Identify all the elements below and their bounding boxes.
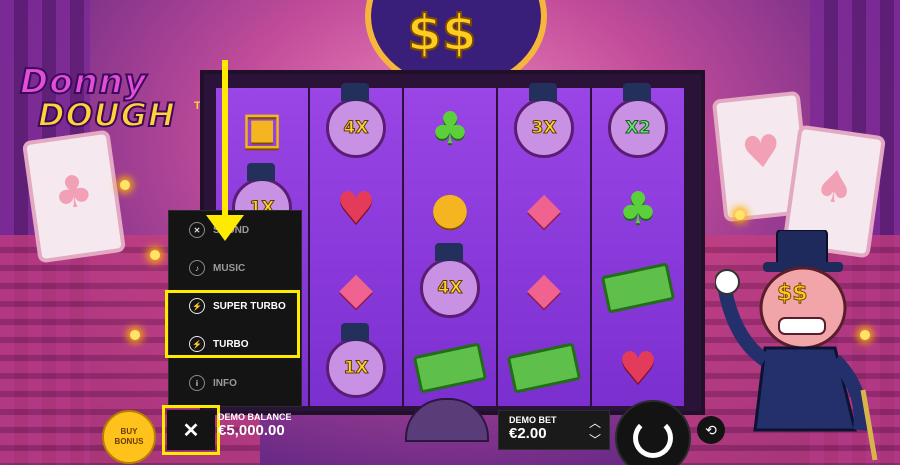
club-icon: ♣ — [618, 182, 658, 234]
info-icon: i — [189, 375, 205, 391]
light-bulb — [735, 210, 745, 220]
bet-stepper: ︿ ﹀ — [580, 414, 610, 448]
balance-label: DEMO BALANCE — [218, 412, 292, 422]
svg-text:$$: $$ — [777, 281, 808, 306]
top-hat-icon — [247, 163, 275, 181]
turbo-options-highlight — [165, 290, 300, 358]
light-bulb — [120, 180, 130, 190]
sound-off-icon: ✕ — [189, 222, 205, 238]
reel-symbol: ◆ — [310, 248, 402, 328]
bet-decrease-icon[interactable]: ﹀ — [589, 431, 601, 448]
tutorial-arrow-head — [206, 215, 244, 241]
game-scene: ♣ ♥ ♠ $$ Donny DOUGH TM ▣1X◆1X4X♥◆1X♣●4X… — [0, 0, 900, 465]
light-bulb — [150, 250, 160, 260]
buy-bonus-label-1: BUY — [120, 427, 138, 436]
heart-icon: ♥ — [336, 182, 376, 234]
buy-bonus-label-2: BONUS — [114, 437, 144, 446]
top-hat-icon — [341, 323, 369, 341]
reel-4: 3X ◆ ◆ — [498, 83, 590, 408]
multiplier-head-icon: X2 — [608, 83, 668, 158]
buy-bonus-button[interactable]: BUY BONUS — [102, 410, 156, 464]
spin-icon — [633, 418, 673, 458]
reel-symbol — [592, 248, 684, 328]
multiplier-head-icon: 3X — [514, 83, 574, 158]
reel-5: X2 ♣ ♥ — [592, 83, 684, 408]
reel-symbol: ▣ — [216, 88, 308, 168]
autoplay-button[interactable]: ⟲ — [697, 416, 725, 444]
coins-icon: ● — [430, 182, 470, 234]
reel-symbol: X2 — [592, 83, 684, 168]
reel-2: 4X ♥ ◆ 1X — [310, 83, 402, 408]
cash-stack-icon — [506, 342, 582, 394]
heart-icon: ♥ — [618, 342, 658, 394]
reel-symbol: ♥ — [592, 328, 684, 408]
reel-3: ♣ ● 4X — [404, 88, 496, 406]
menu-item-label: INFO — [213, 377, 237, 389]
reel-symbol: 4X — [404, 243, 496, 328]
top-hat-icon — [435, 243, 463, 261]
reel-symbol — [498, 328, 590, 408]
reel-symbol: 3X — [498, 83, 590, 168]
balance-panel: DEMO BALANCE €5,000.00 — [218, 412, 398, 448]
dollar-sign-icon: $$ — [406, 3, 478, 63]
menu-item-info[interactable]: i INFO — [169, 368, 301, 398]
mascot-character: $$ — [715, 230, 878, 461]
top-hat-icon — [623, 83, 651, 101]
gem-icon: ◆ — [339, 262, 373, 314]
menu-item-music[interactable]: ♪ MUSIC — [169, 253, 301, 283]
reel-symbol: ◆ — [498, 248, 590, 328]
close-button-highlight — [162, 405, 220, 455]
cash-stack-icon — [412, 342, 488, 394]
tutorial-arrow — [222, 60, 228, 230]
music-icon: ♪ — [189, 260, 205, 276]
reel-symbol: ♣ — [592, 168, 684, 248]
multiplier-label: 1X — [343, 358, 369, 379]
top-hat-icon — [529, 83, 557, 101]
balance-value: €5,000.00 — [218, 422, 285, 439]
multiplier-head-icon: 1X — [326, 323, 386, 398]
cash-stack-icon — [600, 262, 676, 314]
gem-icon: ◆ — [527, 182, 561, 234]
treasure-chest-icon: ▣ — [241, 102, 283, 154]
multiplier-head-icon: 4X — [326, 83, 386, 158]
menu-item-label: MUSIC — [213, 262, 246, 274]
logo-line-2: DOUGH — [37, 95, 176, 135]
reel-symbol — [404, 328, 496, 408]
multiplier-label: 3X — [531, 118, 557, 139]
top-hat-icon — [341, 83, 369, 101]
multiplier-label: X2 — [625, 118, 651, 139]
bet-increase-icon[interactable]: ︿ — [589, 414, 601, 431]
reel-symbol: ◆ — [498, 168, 590, 248]
game-logo: Donny DOUGH TM — [14, 61, 214, 142]
club-icon: ♣ — [430, 102, 470, 154]
gem-icon: ◆ — [527, 262, 561, 314]
multiplier-label: 4X — [343, 118, 369, 139]
reel-symbol: ♣ — [404, 88, 496, 168]
reel-symbol: 1X — [310, 323, 402, 408]
multiplier-label: 4X — [437, 278, 463, 299]
reel-symbol: ♥ — [310, 168, 402, 248]
light-bulb — [130, 330, 140, 340]
reel-symbol: 4X — [310, 83, 402, 168]
bg-card-club: ♣ — [21, 129, 127, 264]
autoplay-icon: ⟲ — [705, 421, 717, 438]
reel-symbol: ● — [404, 168, 496, 248]
multiplier-head-icon: 4X — [420, 243, 480, 318]
